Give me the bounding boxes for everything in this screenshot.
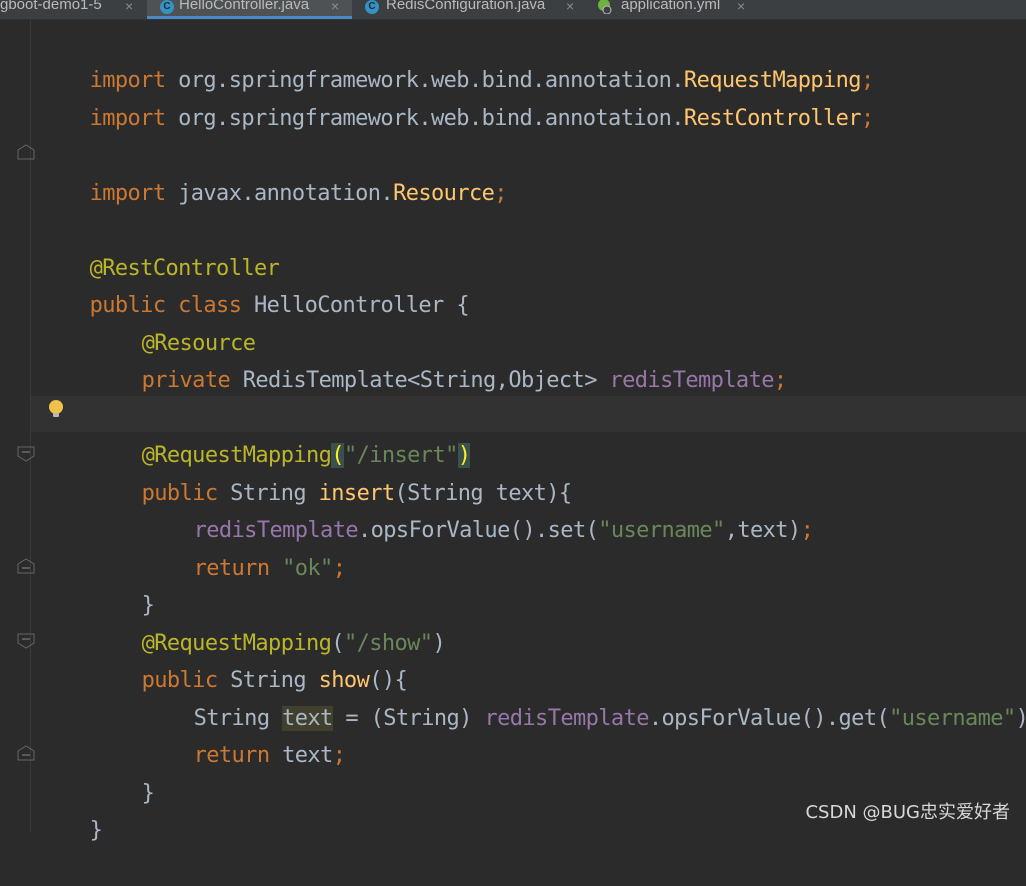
semicolon: ;	[773, 368, 787, 393]
close-brace: }	[89, 818, 103, 843]
tab-label: RedisConfiguration.java	[386, 0, 546, 13]
code-line: return "ok";	[143, 513, 346, 581]
code-line: public class HelloController {	[39, 250, 470, 318]
fold-end-icon[interactable]	[17, 144, 35, 160]
keyword: import	[89, 181, 166, 206]
import-class: RestController	[683, 106, 862, 131]
code-line: @RequestMapping("/show")	[91, 588, 446, 656]
lightbulb-icon[interactable]	[49, 400, 63, 417]
paren: )	[1016, 706, 1026, 731]
code-line: import org.springframework.web.bind.anno…	[39, 25, 875, 93]
code-line: return text;	[143, 700, 346, 768]
tab-label: application.yml	[621, 0, 721, 13]
assignment: = (String)	[332, 706, 485, 731]
close-icon[interactable]: ×	[566, 0, 574, 13]
keyword: return	[193, 743, 270, 768]
code-line: import org.springframework.web.bind.anno…	[39, 63, 875, 131]
code-line: }	[91, 738, 155, 806]
semicolon: ;	[860, 106, 874, 131]
keyword: return	[193, 556, 270, 581]
close-brace: }	[141, 781, 155, 806]
class-declaration: HelloController {	[241, 293, 470, 318]
code-line: @RequestMapping("/insert")	[91, 400, 471, 468]
java-class-icon: C	[160, 0, 174, 14]
arguments: ,text)	[724, 518, 801, 543]
field-name: redisTemplate	[484, 706, 649, 731]
tab-application-yml[interactable]: application.yml ×	[587, 0, 762, 19]
code-editor[interactable]: import org.springframework.web.bind.anno…	[0, 20, 1026, 843]
watermark: CSDN @BUG忠实爱好者	[805, 802, 1010, 823]
editor-tab-bar: gboot-demo1-5 × C HelloController.java ×…	[0, 0, 1026, 20]
code-line: @Resource	[91, 288, 256, 356]
fold-end-icon[interactable]	[17, 745, 35, 761]
close-icon[interactable]: ×	[125, 0, 133, 13]
close-icon[interactable]: ×	[331, 0, 339, 13]
semicolon: ;	[494, 181, 507, 206]
semicolon: ;	[332, 743, 346, 768]
code-line: public String insert(String text){	[91, 438, 573, 506]
fold-start-icon[interactable]	[17, 633, 35, 649]
tab-hello-controller[interactable]: C HelloController.java ×	[147, 0, 352, 19]
keyword: private	[141, 368, 231, 393]
code-line: public String show(){	[91, 625, 408, 693]
code-line: @RestController	[39, 213, 280, 281]
tab-redis-configuration[interactable]: C RedisConfiguration.java ×	[353, 0, 586, 19]
field-type: RedisTemplate<String,Object>	[230, 368, 610, 393]
semicolon: ;	[332, 556, 346, 581]
code-line: import javax.annotation.Resource;	[39, 138, 508, 206]
string-literal: "username"	[598, 518, 725, 543]
code-line: String text = (String) redisTemplate.ops…	[143, 663, 1026, 731]
keyword: import	[89, 106, 166, 131]
fold-start-icon[interactable]	[17, 446, 35, 462]
return-value: text	[269, 743, 333, 768]
string-literal: "username"	[889, 706, 1016, 731]
tab-label: gboot-demo1-5	[0, 0, 102, 13]
spring-yml-icon	[598, 0, 612, 14]
code-line: private RedisTemplate<String,Object> red…	[91, 325, 788, 393]
import-class: Resource	[393, 181, 495, 206]
tab-gboot-demo1-5[interactable]: gboot-demo1-5 ×	[0, 0, 146, 19]
paren: )	[432, 631, 446, 656]
package-path: javax.annotation.	[165, 181, 394, 206]
semicolon: ;	[800, 518, 814, 543]
code-line: }	[39, 775, 103, 843]
tab-label: HelloController.java	[179, 0, 310, 13]
method-call: .opsForValue().get(	[648, 706, 890, 731]
string-literal: "ok"	[282, 556, 333, 581]
close-icon[interactable]: ×	[737, 0, 745, 13]
field-name: redisTemplate	[609, 368, 774, 393]
code-line: redisTemplate.opsForValue().set("usernam…	[143, 475, 814, 543]
package-path: org.springframework.web.bind.annotation.	[165, 106, 684, 131]
fold-end-icon[interactable]	[17, 558, 35, 574]
method-call: .opsForValue().set(	[357, 518, 599, 543]
java-class-icon: C	[365, 0, 379, 14]
code-line: }	[91, 550, 155, 618]
